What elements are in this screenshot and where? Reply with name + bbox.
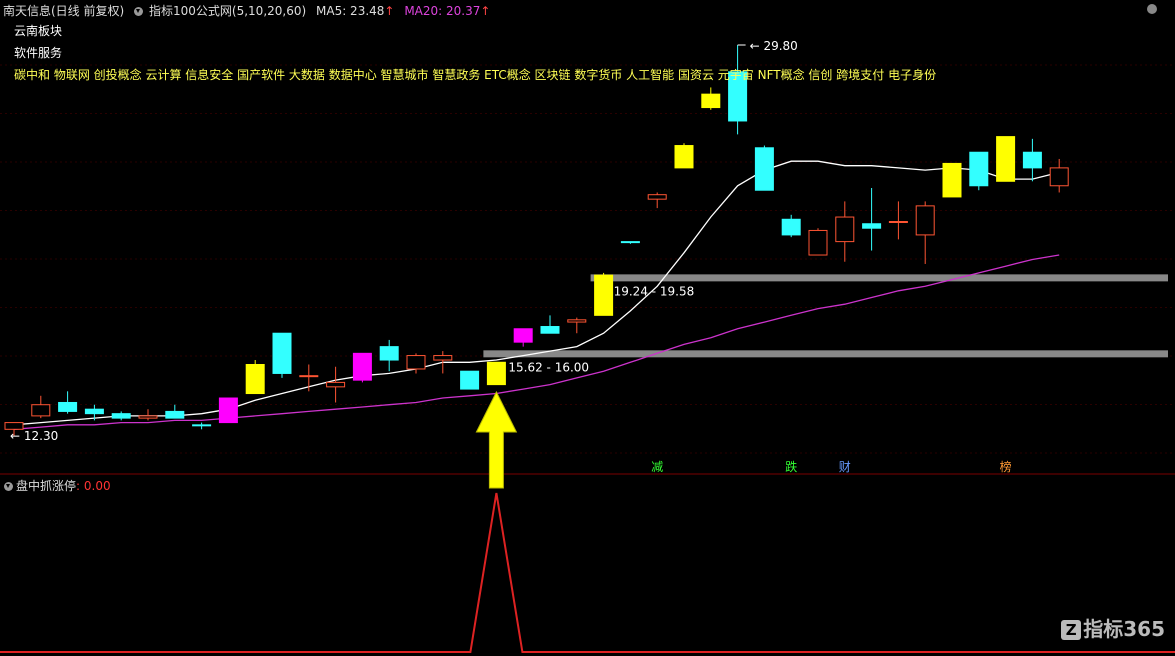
signal-series-line (0, 492, 1175, 653)
watermark-text: 指标365 (1083, 617, 1165, 641)
ma5-arrow-icon: ↑ (384, 4, 395, 18)
event-marker: 榜 (1000, 459, 1012, 474)
candle-body (808, 229, 828, 256)
watermark-logo-icon: Z (1061, 620, 1082, 640)
candle-body (513, 328, 533, 343)
candle-body (835, 216, 855, 243)
candle-body (540, 326, 560, 334)
sector-label-1: 云南板块 (14, 24, 63, 38)
candle-body (620, 241, 640, 244)
event-marker: 跌 (785, 459, 797, 474)
candle-body (969, 151, 989, 187)
candle-body (915, 205, 935, 236)
ma5-line (13, 160, 1060, 426)
candle-body (58, 401, 78, 412)
subchart-title[interactable]: 盘中抓涨停 (16, 479, 76, 493)
stock-title[interactable]: 南天信息(日线 前复权) (3, 4, 124, 18)
zone1-label: 19.24 - 19.58 (614, 284, 695, 298)
ma5-label: MA5: 23.48↑ (316, 4, 394, 18)
sector-label-2: 软件服务 (14, 46, 63, 60)
candle-body (84, 408, 104, 415)
candle-body (567, 319, 587, 323)
candle-body (299, 375, 319, 378)
candle-body (647, 194, 667, 200)
candle-body (862, 223, 882, 229)
low-price-label: ← 12.30 (10, 429, 58, 443)
candle-body (486, 361, 506, 386)
candle-body (996, 136, 1016, 182)
subchart-dropdown-icon[interactable] (4, 482, 13, 491)
subchart-header: 盘中抓涨停: 0.00 (4, 477, 111, 494)
candle-body (460, 370, 480, 390)
candle-body (111, 413, 131, 419)
candle-body (754, 147, 774, 191)
candle-body (165, 410, 185, 419)
chart-header: 南天信息(日线 前复权) 指标100公式网(5,10,20,60) MA5: 2… (3, 2, 496, 19)
watermark: Z 指标365 (1061, 613, 1165, 642)
zone2-label: 15.62 - 16.00 (508, 360, 589, 374)
ma20-value: MA20: 20.37 (404, 4, 481, 18)
candle-body (406, 355, 426, 370)
high-price-label: ← 29.80 (750, 39, 798, 53)
candle-body (138, 415, 158, 419)
event-marker: 减 (651, 460, 663, 474)
concept-tags: 碳中和 物联网 创投概念 云计算 信息安全 国产软件 大数据 数据中心 智慧城市… (14, 68, 937, 82)
candle-body (594, 274, 614, 316)
settings-icon[interactable] (1147, 4, 1157, 14)
candle-body (942, 162, 962, 198)
candle-body (674, 145, 694, 169)
support-zone (590, 274, 1168, 282)
subchart-value: : 0.00 (76, 479, 111, 493)
event-marker: 财 (839, 460, 851, 474)
candle-body (352, 352, 372, 381)
candle-body (1022, 151, 1042, 169)
ma5-value: MA5: 23.48 (316, 4, 385, 18)
stock-chart: ← 29.80 ← 12.30 19.24 - 19.58 15.62 - 16.00… (0, 39, 1175, 653)
candle-body (379, 346, 399, 361)
ma20-arrow-icon: ↑ (480, 4, 491, 18)
candle-body (1049, 167, 1069, 187)
candle-body (218, 397, 238, 424)
support-zone (483, 350, 1168, 358)
candle-body (31, 404, 51, 417)
candle-body (888, 221, 908, 224)
candle-body (326, 381, 346, 388)
indicator-name[interactable]: 指标100公式网(5,10,20,60) (149, 4, 306, 18)
candle-body (701, 93, 721, 109)
candle-body (245, 364, 265, 395)
candle-body (272, 332, 292, 374)
candle-body (192, 424, 212, 427)
candle-body (433, 355, 453, 361)
candle-body (781, 218, 801, 236)
dropdown-icon[interactable] (134, 7, 144, 16)
ma20-label: MA20: 20.37↑ (404, 4, 490, 18)
